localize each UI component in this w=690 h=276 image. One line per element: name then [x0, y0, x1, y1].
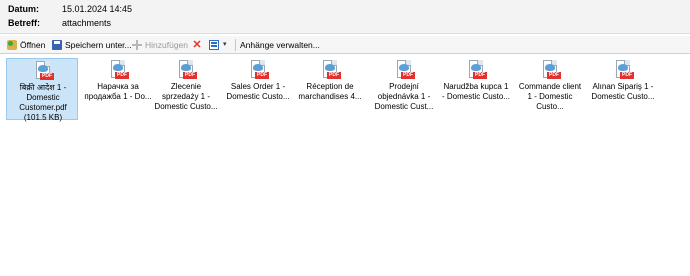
date-label: Datum: [8, 4, 39, 14]
attachment-name: Zlecenie sprzedaży 1 - Domestic Custo... [154, 82, 218, 111]
pdf-badge: PDF [183, 72, 197, 79]
attachments-toolbar: Öffnen Speichern unter... Hinzufügen ✕ ▾… [0, 36, 690, 54]
toolbar-divider [235, 39, 236, 51]
attachment-item[interactable]: PDF Narudžba kupca 1 - Domestic Custo... [440, 58, 512, 120]
chevron-down-icon: ▾ [223, 41, 227, 48]
save-disk-icon [52, 40, 62, 50]
manage-attachments-button[interactable]: Anhänge verwalten... [240, 38, 320, 52]
attachment-item[interactable]: PDF बिक्री आदेश 1 - Domestic Customer.pdf… [6, 58, 78, 122]
attachment-name: Sales Order 1 - Domestic Custo... [226, 82, 290, 101]
delete-button[interactable]: ✕ [192, 38, 204, 52]
open-label: Öffnen [20, 40, 46, 50]
view-mode-icon [209, 40, 219, 50]
add-label: Hinzufügen [145, 40, 189, 50]
pdf-file-icon: PDF [395, 60, 415, 82]
pdf-file-icon: PDF [467, 60, 487, 82]
attachment-item[interactable]: PDF Нарачка за продажба 1 - Do... [82, 58, 154, 120]
message-header: Datum: 15.01.2024 14:45 Betreff: attachm… [0, 0, 690, 34]
attachment-name: Réception de marchandises 4... [298, 82, 362, 101]
open-folder-icon [7, 40, 17, 50]
pdf-badge: PDF [255, 72, 269, 79]
attachment-item[interactable]: PDF Alınan Sipariş 1 - Domestic Custo... [587, 58, 659, 120]
pdf-badge: PDF [327, 72, 341, 79]
delete-x-icon: ✕ [192, 39, 202, 51]
attachment-name: बिक्री आदेश 1 - Domestic Customer.pdf (1… [19, 83, 67, 122]
pdf-badge: PDF [473, 72, 487, 79]
attachment-name: Commande client 1 - Domestic Custo... [518, 82, 582, 111]
pdf-file-icon: PDF [177, 60, 197, 82]
pdf-badge: PDF [40, 73, 54, 80]
save-as-button[interactable]: Speichern unter... [52, 38, 132, 52]
subject-value: attachments [62, 18, 112, 28]
manage-attachments-label: Anhänge verwalten... [240, 40, 320, 50]
save-as-label: Speichern unter... [65, 40, 132, 50]
attachment-name: Prodejní objednávka 1 - Domestic Cust... [374, 82, 434, 111]
pdf-file-icon: PDF [541, 60, 561, 82]
pdf-file-icon: PDF [109, 60, 129, 82]
attachment-name: Alınan Sipariş 1 - Domestic Custo... [591, 82, 655, 101]
add-button[interactable]: Hinzufügen [132, 38, 188, 52]
attachment-item[interactable]: PDF Prodejní objednávka 1 - Domestic Cust… [368, 58, 440, 120]
date-value: 15.01.2024 14:45 [62, 4, 133, 14]
attachment-item[interactable]: PDF Zlecenie sprzedaży 1 - Domestic Custo… [150, 58, 222, 120]
add-plus-icon [132, 40, 142, 50]
open-button[interactable]: Öffnen [7, 38, 49, 52]
pdf-file-icon: PDF [321, 60, 341, 82]
attachment-name: Нарачка за продажба 1 - Do... [84, 82, 152, 101]
attachment-item[interactable]: PDF Sales Order 1 - Domestic Custo... [222, 58, 294, 120]
pdf-file-icon: PDF [34, 61, 54, 83]
pdf-badge: PDF [620, 72, 634, 79]
view-mode-button[interactable]: ▾ [209, 38, 231, 52]
attachment-name: Narudžba kupca 1 - Domestic Custo... [442, 82, 510, 101]
pdf-badge: PDF [401, 72, 415, 79]
attachment-item[interactable]: PDF Commande client 1 - Domestic Custo... [514, 58, 586, 120]
pdf-badge: PDF [115, 72, 129, 79]
pdf-file-icon: PDF [249, 60, 269, 82]
pdf-badge: PDF [547, 72, 561, 79]
subject-label: Betreff: [8, 18, 41, 28]
attachment-item[interactable]: PDF Réception de marchandises 4... [294, 58, 366, 120]
pdf-file-icon: PDF [614, 60, 634, 82]
